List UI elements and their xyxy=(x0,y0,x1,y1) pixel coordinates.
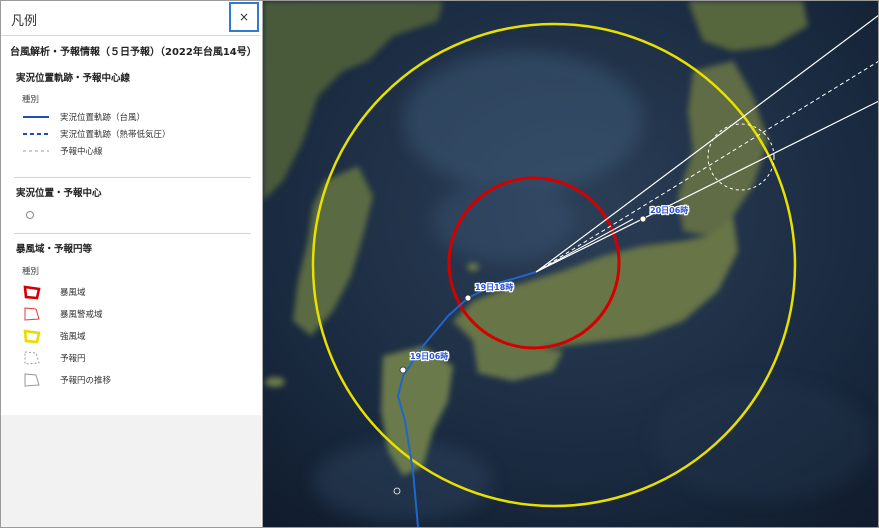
track-position-marker xyxy=(464,294,472,302)
legend-item-tropical-depression-track: 実況位置軌跡（熱帯低気圧） xyxy=(22,127,171,141)
track-label-19-18: 19日18時 xyxy=(475,282,513,292)
legend-item-storm-area: 暴風域 xyxy=(22,284,86,300)
map-view[interactable]: 19日06時 19日18時 20日06時 xyxy=(262,1,878,527)
area-section-title: 暴風域・予報円等 xyxy=(16,244,93,255)
track-position-marker xyxy=(393,487,401,495)
legend-item-forecast-center-line: 予報中心線 xyxy=(22,144,103,158)
legend-body: 凡例 × 台風解析・予報情報（５日予報）（2022年台風14号） 実況位置軌跡・… xyxy=(1,1,261,415)
app-frame: 凡例 × 台風解析・予報情報（５日予報）（2022年台風14号） 実況位置軌跡・… xyxy=(0,0,879,528)
area-type-label: 種別 xyxy=(22,267,40,277)
legend-item-typhoon-track: 実況位置軌跡（台風） xyxy=(22,110,145,124)
dashed-gray-line-icon xyxy=(22,144,50,158)
satellite-map: 19日06時 19日18時 20日06時 xyxy=(263,1,878,527)
track-section-title: 実況位置軌跡・予報中心線 xyxy=(16,73,131,84)
close-icon: × xyxy=(238,10,250,24)
track-position-marker xyxy=(399,366,407,374)
strong-wind-area-icon xyxy=(22,328,50,344)
legend-item-label: 予報円の推移 xyxy=(60,376,112,386)
forecast-circle-icon xyxy=(22,350,50,366)
solid-blue-line-icon xyxy=(22,110,50,124)
legend-item-label: 予報円 xyxy=(60,354,86,364)
legend-item-strong-wind-area: 強風域 xyxy=(22,328,86,344)
track-label-19-06: 19日06時 xyxy=(410,351,448,361)
close-button[interactable]: × xyxy=(229,2,259,32)
divider xyxy=(14,177,251,178)
legend-item-storm-warning-area: 暴風警戒域 xyxy=(22,306,103,322)
legend-item-forecast-circle: 予報円 xyxy=(22,350,86,366)
forecast-circle-transition-icon xyxy=(22,372,50,388)
track-type-label: 種別 xyxy=(22,95,40,105)
storm-warning-area-icon xyxy=(22,306,50,322)
legend-item-label: 暴風警戒域 xyxy=(60,310,103,320)
divider xyxy=(14,233,251,234)
legend-item-label: 実況位置軌跡（台風） xyxy=(60,113,146,123)
legend-item-label: 暴風域 xyxy=(60,288,86,298)
dashed-blue-line-icon xyxy=(22,127,50,141)
legend-title: 凡例 xyxy=(11,14,38,29)
position-section-title: 実況位置・予報中心 xyxy=(16,188,102,199)
forecast-position-marker xyxy=(639,215,647,223)
legend-panel: 凡例 × 台風解析・予報情報（５日予報）（2022年台風14号） 実況位置軌跡・… xyxy=(1,1,261,527)
legend-item-label: 予報中心線 xyxy=(60,147,103,157)
legend-item-label: 実況位置軌跡（熱帯低気圧） xyxy=(60,130,171,140)
track-label-20-06: 20日06時 xyxy=(650,205,688,215)
legend-item-label: 強風域 xyxy=(60,332,86,342)
legend-header: 凡例 × xyxy=(1,1,261,36)
legend-item-forecast-circle-transition: 予報円の推移 xyxy=(22,372,111,388)
storm-area-icon xyxy=(22,284,50,300)
legend-content-title: 台風解析・予報情報（５日予報）（2022年台風14号） xyxy=(10,47,257,58)
circle-marker-icon xyxy=(25,205,35,219)
